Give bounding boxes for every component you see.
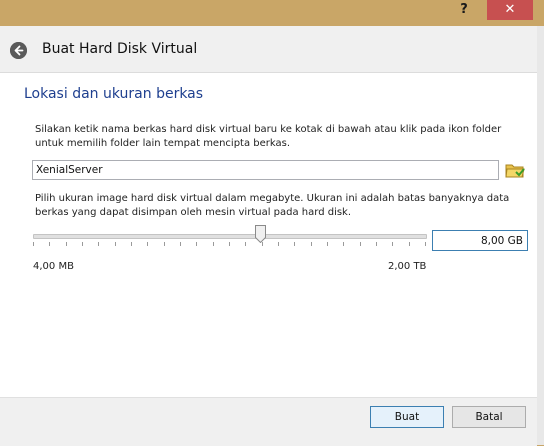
- slider-tick: [245, 242, 246, 246]
- size-value-input[interactable]: [432, 230, 528, 251]
- dialog-header: Buat Hard Disk Virtual: [0, 26, 537, 73]
- slider-tick: [49, 242, 50, 246]
- slider-tick: [278, 242, 279, 246]
- folder-icon[interactable]: [505, 160, 525, 180]
- file-name-input[interactable]: [32, 160, 499, 180]
- slider-tick: [376, 242, 377, 246]
- dialog-window: Buat Hard Disk Virtual Lokasi dan ukuran…: [0, 26, 537, 446]
- cancel-button[interactable]: Batal: [452, 406, 526, 428]
- slider-tick: [147, 242, 148, 246]
- slider-tick: [360, 242, 361, 246]
- background-scrollbar: [537, 26, 544, 445]
- slider-tick: [213, 242, 214, 246]
- help-button[interactable]: ?: [451, 0, 477, 20]
- dialog-footer: Buat Batal: [0, 397, 537, 446]
- slider-tick: [115, 242, 116, 246]
- slider-tick: [425, 242, 426, 246]
- slider-tick: [33, 242, 34, 246]
- slider-tick: [196, 242, 197, 246]
- slider-tick: [392, 242, 393, 246]
- section-title: Lokasi dan ukuran berkas: [24, 86, 204, 102]
- close-button[interactable]: ✕: [487, 0, 533, 20]
- slider-tick: [229, 242, 230, 246]
- slider-tick: [311, 242, 312, 246]
- file-location-description: Silakan ketik nama berkas hard disk virt…: [35, 124, 502, 149]
- slider-tick: [180, 242, 181, 246]
- back-arrow-icon[interactable]: [10, 42, 27, 59]
- dialog-title: Buat Hard Disk Virtual: [42, 41, 198, 57]
- slider-tick: [294, 242, 295, 246]
- slider-tick: [82, 242, 83, 246]
- slider-tick: [343, 242, 344, 246]
- slider-min-label: 4,00 MB: [33, 261, 74, 272]
- slider-tick: [262, 242, 263, 246]
- slider-tick: [98, 242, 99, 246]
- size-slider-track[interactable]: [33, 234, 427, 239]
- create-button[interactable]: Buat: [370, 406, 444, 428]
- window-titlebar: ? ✕: [0, 0, 544, 26]
- slider-max-label: 2,00 TB: [388, 261, 427, 272]
- slider-tick: [66, 242, 67, 246]
- slider-tick: [164, 242, 165, 246]
- slider-tick: [131, 242, 132, 246]
- slider-tick: [327, 242, 328, 246]
- size-description: Pilih ukuran image hard disk virtual dal…: [35, 193, 510, 218]
- slider-tick: [409, 242, 410, 246]
- size-slider-thumb[interactable]: [255, 225, 266, 244]
